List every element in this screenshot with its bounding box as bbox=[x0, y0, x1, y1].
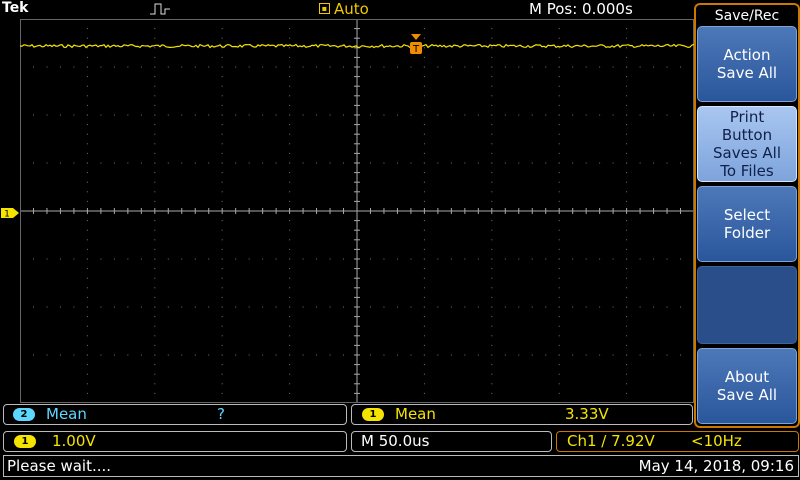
date-time: May 14, 2018, 09:16 bbox=[638, 457, 794, 475]
top-status-bar: Tek ▪ Auto M Pos: 0.000s bbox=[0, 0, 694, 18]
menu-title: Save/Rec bbox=[694, 3, 800, 25]
measurement-ch1-mean[interactable]: 1 Mean 3.33V bbox=[351, 404, 693, 425]
ch1-ground-marker[interactable]: 1 bbox=[0, 207, 20, 219]
volts-per-div: 1.00V bbox=[52, 432, 96, 450]
button-label: Folder bbox=[723, 224, 771, 242]
trigger-position-icon[interactable]: T bbox=[409, 34, 423, 62]
graticule bbox=[20, 19, 694, 403]
trigger-source-level: Ch1 ∕ 7.92V bbox=[567, 432, 655, 450]
side-menu: Save/Rec Action Save All Print Button Saves… bbox=[694, 0, 800, 428]
time-per-div: M 50.0us bbox=[361, 432, 430, 450]
measurement-label: Mean bbox=[46, 405, 87, 423]
select-folder-button[interactable]: Select Folder bbox=[697, 186, 797, 262]
status-message: Please wait.... bbox=[7, 457, 112, 475]
button-label: Save All bbox=[716, 64, 778, 82]
empty-menu-slot bbox=[697, 266, 797, 344]
ch1-vertical-scale[interactable]: 1 1.00V bbox=[3, 431, 347, 452]
button-label: Button bbox=[721, 126, 773, 144]
svg-text:T: T bbox=[412, 44, 420, 55]
brand-logo: Tek bbox=[2, 0, 29, 16]
horizontal-position-readout: M Pos: 0.000s bbox=[529, 0, 633, 18]
print-button-saves-all-button[interactable]: Print Button Saves All To Files bbox=[697, 106, 797, 182]
ch1-marker-label: 1 bbox=[4, 210, 10, 220]
status-bar: Please wait.... May 14, 2018, 09:16 bbox=[3, 455, 799, 477]
timebase-readout[interactable]: M 50.0us bbox=[351, 431, 552, 452]
waveform-display[interactable]: T bbox=[20, 19, 694, 403]
acquisition-mode: Auto bbox=[334, 0, 369, 18]
button-label: Saves All bbox=[713, 144, 781, 162]
measurement-value: ? bbox=[217, 405, 225, 423]
measurement-label: Mean bbox=[395, 405, 436, 423]
button-label: Select bbox=[723, 206, 771, 224]
measurement-value: 3.33V bbox=[565, 405, 609, 423]
button-label: Save All bbox=[716, 386, 778, 404]
ch2-badge: 2 bbox=[13, 408, 35, 421]
acquire-icon: ▪ bbox=[319, 3, 330, 14]
measurement-ch2-mean[interactable]: 2 Mean ? bbox=[3, 404, 347, 425]
button-label: To Files bbox=[720, 162, 774, 180]
trigger-frequency: <10Hz bbox=[691, 432, 742, 450]
pulse-edge-icon bbox=[150, 3, 170, 15]
action-save-all-button[interactable]: Action Save All bbox=[697, 26, 797, 102]
button-label: About bbox=[724, 368, 770, 386]
ch1-badge: 1 bbox=[14, 435, 36, 448]
about-save-all-button[interactable]: About Save All bbox=[697, 348, 797, 424]
ch1-badge: 1 bbox=[362, 408, 384, 421]
trigger-readout[interactable]: Ch1 ∕ 7.92V <10Hz bbox=[556, 431, 799, 452]
button-label: Action bbox=[723, 46, 771, 64]
button-label: Print bbox=[729, 108, 765, 126]
